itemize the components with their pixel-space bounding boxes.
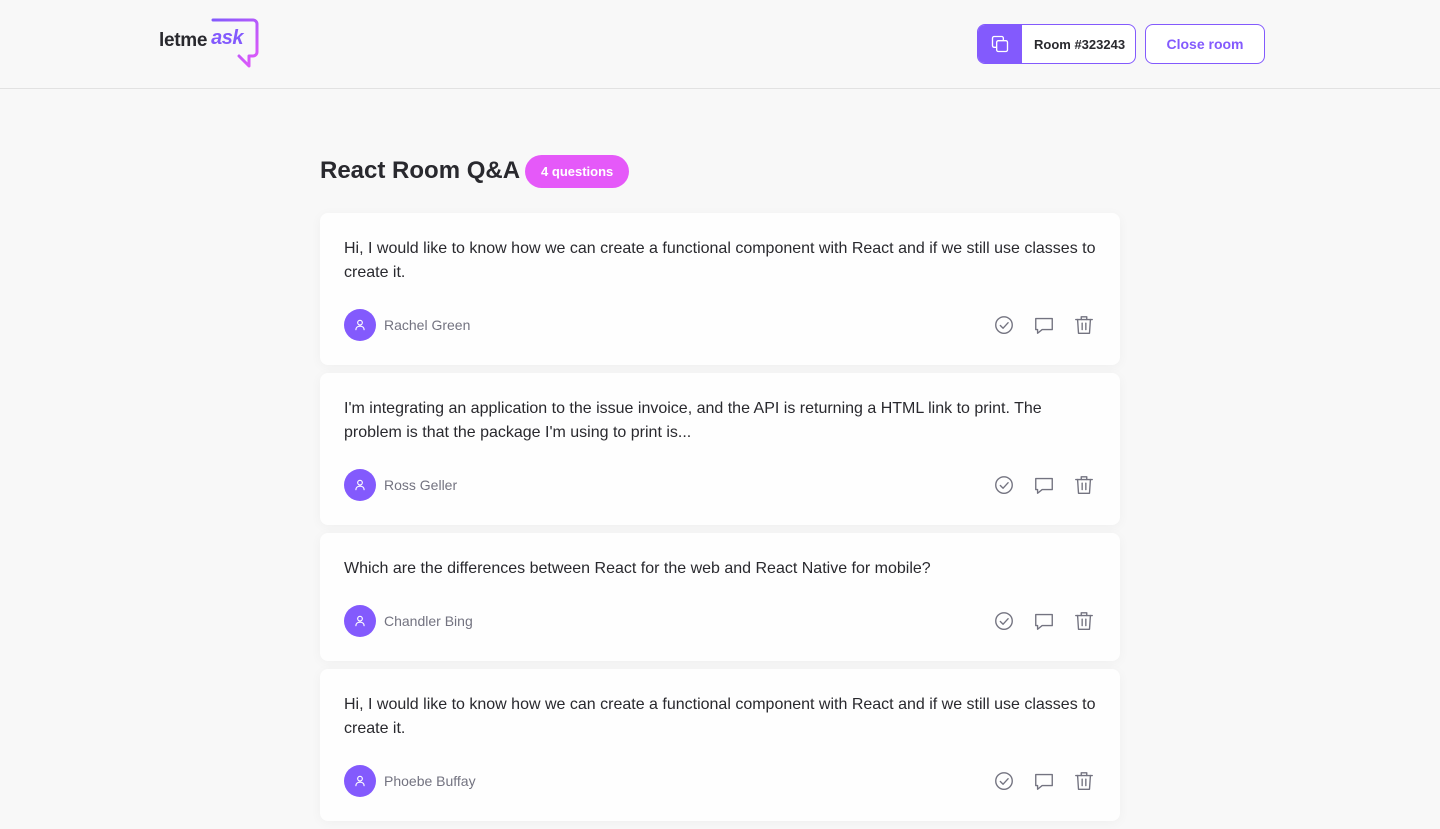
question-footer: Phoebe Buffay [344, 765, 1096, 797]
trash-icon[interactable] [1072, 313, 1096, 337]
question-author: Ross Geller [344, 469, 457, 501]
question-card: Hi, I would like to know how we can crea… [320, 213, 1120, 365]
question-card: Hi, I would like to know how we can crea… [320, 669, 1120, 821]
chat-bubble-icon[interactable] [1032, 313, 1056, 337]
author-name: Phoebe Buffay [384, 773, 476, 789]
author-name: Ross Geller [384, 477, 458, 493]
question-content: Hi, I would like to know how we can crea… [344, 240, 1096, 281]
question-footer: Ross Geller [344, 469, 1096, 501]
logo-accent-text: ask [211, 27, 244, 49]
logo-text: letme [159, 30, 208, 51]
question-footer: Rachel Green [344, 309, 1096, 341]
question-list: Hi, I would like to know how we can crea… [320, 213, 1120, 821]
room-title-row: React Room Q&A 4 questions [320, 154, 1120, 188]
question-actions [992, 313, 1096, 337]
page-title: React Room Q&A [320, 157, 521, 184]
author-name: Chandler Bing [384, 613, 473, 629]
question-author: Phoebe Buffay [344, 765, 476, 797]
room-code-label: Room #323243 [1034, 36, 1126, 52]
chat-bubble-icon[interactable] [1032, 769, 1056, 793]
user-icon [344, 605, 376, 637]
question-content: Which are the differences between React … [344, 560, 931, 577]
question-content: I'm integrating an application to the is… [344, 400, 1042, 441]
user-icon [344, 765, 376, 797]
question-card: Which are the differences between React … [320, 533, 1120, 661]
logo-ask-bubble: ask [205, 18, 259, 68]
trash-icon[interactable] [1072, 473, 1096, 497]
question-author: Chandler Bing [344, 605, 473, 637]
check-circle-icon[interactable] [992, 313, 1016, 337]
user-icon [344, 469, 376, 501]
main-content: React Room Q&A 4 questions Hi, I would l… [320, 89, 1120, 829]
check-circle-icon[interactable] [992, 473, 1016, 497]
chat-bubble-icon[interactable] [1032, 473, 1056, 497]
question-actions [992, 609, 1096, 633]
chat-bubble-icon[interactable] [1032, 609, 1056, 633]
trash-icon[interactable] [1072, 609, 1096, 633]
room-code-button[interactable]: Room #323243 [977, 24, 1136, 64]
trash-icon[interactable] [1072, 769, 1096, 793]
check-circle-icon[interactable] [992, 609, 1016, 633]
question-content: Hi, I would like to know how we can crea… [344, 696, 1096, 737]
top-bar: letme ask Room #323243 Close room [0, 0, 1440, 89]
letmeask-logo[interactable]: letme ask [159, 18, 259, 68]
question-actions [992, 769, 1096, 793]
question-count-badge: 4 questions [525, 154, 630, 188]
question-actions [992, 473, 1096, 497]
user-icon [344, 309, 376, 341]
question-footer: Chandler Bing [344, 605, 1096, 637]
close-room-button[interactable]: Close room [1145, 24, 1265, 64]
copy-icon[interactable] [978, 25, 1022, 63]
author-name: Rachel Green [384, 317, 471, 333]
question-author: Rachel Green [344, 309, 470, 341]
check-circle-icon[interactable] [992, 769, 1016, 793]
question-card: I'm integrating an application to the is… [320, 373, 1120, 525]
